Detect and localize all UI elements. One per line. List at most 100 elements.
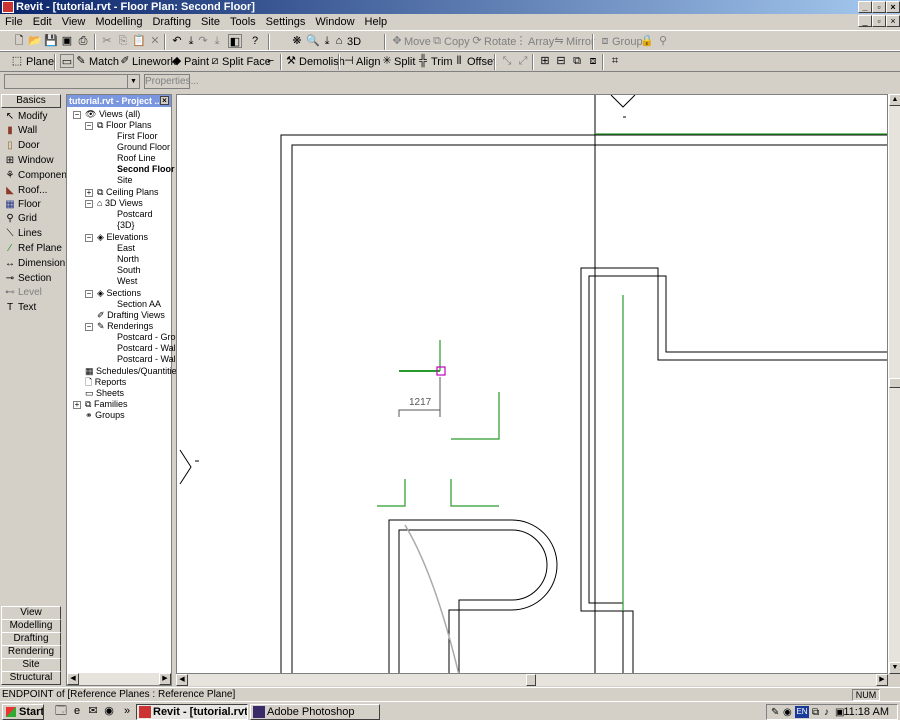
collapse-icon[interactable]: −	[85, 290, 93, 298]
grid-tool[interactable]: ⚲ Grid	[4, 212, 37, 226]
tree-schedules[interactable]: ▦ Schedules/Quantitie	[85, 366, 177, 377]
align-button[interactable]: Align	[356, 55, 380, 69]
outlook-icon[interactable]: ✉	[86, 704, 100, 718]
linework-icon[interactable]: ✐	[118, 54, 132, 68]
chevron-down-icon[interactable]: ▼	[127, 75, 139, 88]
modify-tool[interactable]: ↖ Modify	[4, 110, 48, 124]
rotate-icon[interactable]: ⟳	[470, 34, 484, 48]
tab-modelling[interactable]: Modelling	[1, 619, 61, 633]
tree-section-aa[interactable]: Section AA	[117, 299, 161, 310]
unpin-icon[interactable]: ⚲	[656, 34, 670, 48]
group-icon[interactable]: ⧈	[598, 34, 612, 48]
match-button[interactable]: Match	[89, 55, 119, 69]
move-button[interactable]: Move	[404, 35, 431, 49]
scroll-right-icon[interactable]: ▶	[876, 674, 888, 686]
reveal-icon[interactable]: ⧉	[570, 54, 584, 68]
menu-site[interactable]: Site	[196, 14, 225, 30]
trim-icon[interactable]: ╬	[416, 54, 430, 68]
menu-file[interactable]: File	[0, 14, 28, 30]
unhide-element-icon[interactable]: ⊟	[554, 54, 568, 68]
array-button[interactable]: Array	[528, 35, 554, 49]
ie-icon[interactable]: e	[70, 704, 84, 718]
tray-network-icon[interactable]: ⧉	[812, 706, 819, 720]
offset-icon[interactable]: ⫴	[452, 54, 466, 68]
collapse-icon[interactable]: −	[85, 323, 93, 331]
menu-edit[interactable]: Edit	[28, 14, 57, 30]
array-icon[interactable]: ⋮	[514, 34, 528, 48]
tree-site[interactable]: Site	[117, 175, 133, 186]
door-tool[interactable]: ▯ Door	[4, 139, 39, 153]
section-tool[interactable]: ⊸ Section	[4, 272, 52, 286]
split-icon[interactable]: ✳	[380, 54, 394, 68]
redo-icon[interactable]: ↷	[196, 34, 210, 48]
trim-button[interactable]: Trim	[431, 55, 453, 69]
tray-globe-icon[interactable]: ◉	[783, 706, 792, 720]
scroll-right-icon[interactable]: ▶	[159, 673, 171, 685]
task-photoshop[interactable]: Adobe Photoshop	[250, 704, 380, 720]
move-icon[interactable]: ✥	[390, 34, 404, 48]
collapse-icon[interactable]: −	[85, 122, 93, 130]
window-tool[interactable]: ⊞ Window	[4, 154, 54, 168]
tree-second-floor[interactable]: Second Floor	[117, 164, 175, 175]
mirror-icon[interactable]: ⇋	[552, 34, 566, 48]
tree-ground-floor[interactable]: Ground Floor	[117, 142, 170, 153]
split-face-icon[interactable]: ⧄	[208, 54, 222, 68]
offset-button[interactable]: Offset	[467, 55, 496, 69]
tree-postcard-wall-1[interactable]: Postcard - Wall-	[117, 343, 181, 354]
media-icon[interactable]: ◉	[102, 704, 116, 718]
dimension-tool[interactable]: ↔ Dimension	[4, 257, 65, 271]
menu-settings[interactable]: Settings	[261, 14, 311, 30]
copy-tool-icon[interactable]: ⧉	[430, 34, 444, 48]
tree-drafting-views[interactable]: ✐ Drafting Views	[97, 310, 165, 321]
scroll-left-icon[interactable]: ◀	[176, 674, 188, 686]
align-icon[interactable]: ⊣	[342, 54, 356, 68]
isolate-icon[interactable]: ⧈	[586, 54, 600, 68]
dynamic-view-icon[interactable]: ❋	[290, 34, 304, 48]
tree-west[interactable]: West	[117, 276, 137, 287]
expand-icon[interactable]: +	[85, 189, 93, 197]
paint-icon[interactable]: ◆	[170, 54, 184, 68]
canvas-hscrollbar[interactable]: ◀ ▶	[176, 674, 888, 686]
demolish-icon[interactable]: ⚒	[284, 54, 298, 68]
select-icon[interactable]: ▭	[60, 54, 74, 68]
plane-icon[interactable]: ⬚	[10, 54, 24, 68]
scroll-left-icon[interactable]: ◀	[67, 673, 79, 685]
floor-tool[interactable]: ▦ Floor	[4, 198, 41, 212]
tree-south[interactable]: South	[117, 265, 141, 276]
tree-elevations[interactable]: ◈ Elevations	[97, 232, 148, 243]
tab-basics[interactable]: Basics	[1, 94, 61, 108]
lines-tool[interactable]: ⟍ Lines	[4, 227, 42, 241]
delete-icon[interactable]: ✕	[148, 34, 162, 48]
collapse-icon[interactable]: −	[85, 234, 93, 242]
quicklaunch-more-icon[interactable]: »	[120, 704, 134, 718]
menu-tools[interactable]: Tools	[225, 14, 261, 30]
revit-app-icon[interactable]	[2, 1, 14, 13]
drawing-canvas[interactable]: 1217	[176, 94, 888, 674]
expand-icon[interactable]: +	[73, 401, 81, 409]
open-icon[interactable]: 📂	[28, 34, 42, 48]
component-tool[interactable]: ⚘ Component	[4, 169, 70, 183]
tray-volume-icon[interactable]: ♪	[824, 706, 829, 720]
tab-site[interactable]: Site	[1, 658, 61, 672]
language-indicator[interactable]: EN	[795, 706, 809, 718]
tab-drafting[interactable]: Drafting	[1, 632, 61, 646]
close-browser-icon[interactable]: ×	[160, 96, 169, 105]
undo-icon[interactable]: ↶	[170, 34, 184, 48]
scroll-down-icon[interactable]: ▼	[889, 662, 900, 674]
wall-tool[interactable]: ▮ Wall	[4, 124, 37, 138]
menu-modelling[interactable]: Modelling	[90, 14, 147, 30]
tray-monitor-icon[interactable]: ▣	[835, 706, 844, 720]
tree-east[interactable]: East	[117, 243, 135, 254]
scale-icon[interactable]: ⤢	[516, 54, 530, 68]
door-swing-icon[interactable]: ⌐	[264, 54, 278, 68]
thin-lines-icon[interactable]: ◧	[228, 34, 242, 48]
tree-3d-views[interactable]: ⌂ 3D Views	[97, 198, 143, 209]
print-icon[interactable]: ⎙	[76, 34, 90, 48]
canvas-vscrollbar[interactable]: ▲ ▼	[888, 94, 900, 674]
start-button[interactable]: Start	[2, 704, 44, 720]
tree-first-floor[interactable]: First Floor	[117, 131, 158, 142]
tree-roof-line[interactable]: Roof Line	[117, 153, 156, 164]
show-desktop-icon[interactable]: 🗔	[54, 704, 68, 718]
tree-3d[interactable]: {3D}	[117, 220, 135, 231]
tab-rendering[interactable]: Rendering	[1, 645, 61, 659]
